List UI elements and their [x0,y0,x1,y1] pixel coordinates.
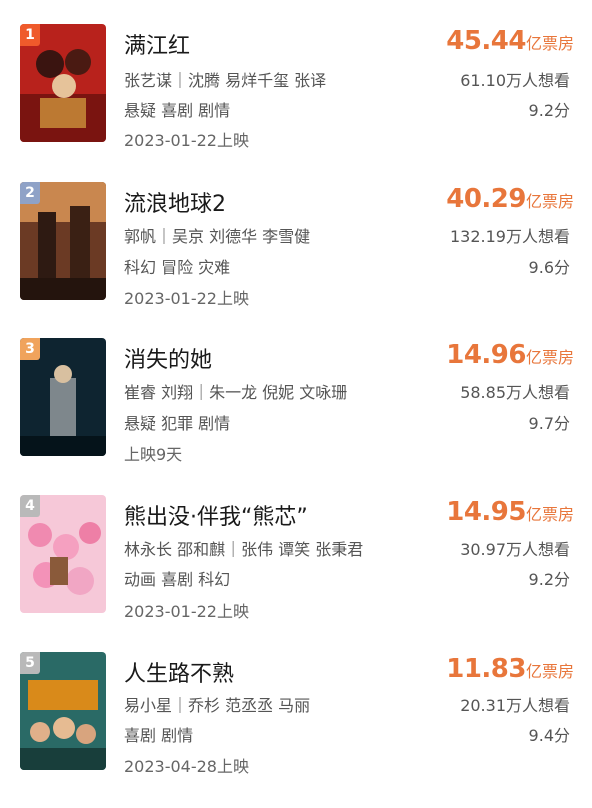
movie-poster[interactable]: 1 [20,24,106,142]
movie-genres: 悬疑 犯罪 剧情 [124,414,231,433]
box-office: 40.29亿票房 [446,184,574,214]
release-date: 2023-01-22上映 [124,131,249,150]
box-office-value: 14.96 [446,340,526,370]
movie-row[interactable]: 4 熊出没·伴我“熊芯” 林永长 邵和麒｜张伟 谭笑 张秉君 动画 喜剧 科幻 … [0,495,592,651]
release-date: 上映9天 [124,445,183,464]
movie-title[interactable]: 消失的她 [124,342,212,374]
want-to-see: 58.85万人想看 [460,383,570,402]
movie-genres: 喜剧 剧情 [124,726,194,745]
movie-title[interactable]: 流浪地球2 [124,186,226,218]
movie-cast: 张艺谋｜沈腾 易烊千玺 张译 [124,71,327,90]
want-to-see: 30.97万人想看 [460,540,570,559]
movie-row[interactable]: 5 人生路不熟 易小星｜乔杉 范丞丞 马丽 喜剧 剧情 2023-04-28上映… [0,652,592,808]
want-to-see: 20.31万人想看 [460,696,570,715]
release-date: 2023-04-28上映 [124,757,249,776]
box-office-value: 45.44 [446,26,526,56]
movie-row[interactable]: 2 流浪地球2 郭帆｜吴京 刘德华 李雪健 科幻 冒险 灾难 2023-01-2… [0,182,592,338]
movie-genres: 动画 喜剧 科幻 [124,570,231,589]
want-to-see: 61.10万人想看 [460,71,570,90]
rating-score: 9.7分 [528,414,570,433]
want-to-see: 132.19万人想看 [450,227,570,246]
movie-row[interactable]: 1 满江红 张艺谋｜沈腾 易烊千玺 张译 悬疑 喜剧 剧情 2023-01-22… [0,24,592,180]
box-office-unit: 亿票房 [525,348,574,367]
release-date: 2023-01-22上映 [124,602,249,621]
movie-poster[interactable]: 4 [20,495,106,613]
rating-score: 9.2分 [528,101,570,120]
rank-badge: 5 [20,652,40,674]
box-office-value: 40.29 [446,184,526,214]
box-office-unit: 亿票房 [525,192,574,211]
box-office: 14.96亿票房 [446,340,574,370]
rating-score: 9.6分 [528,258,570,277]
rank-badge: 2 [20,182,40,204]
movie-genres: 悬疑 喜剧 剧情 [124,101,231,120]
box-office: 45.44亿票房 [446,26,574,56]
box-office-value: 11.83 [446,654,526,684]
movie-poster[interactable]: 5 [20,652,106,770]
movie-cast: 林永长 邵和麒｜张伟 谭笑 张秉君 [124,540,364,559]
movie-title[interactable]: 人生路不熟 [124,656,234,688]
movie-poster[interactable]: 2 [20,182,106,300]
movie-row[interactable]: 3 消失的她 崔睿 刘翔｜朱一龙 倪妮 文咏珊 悬疑 犯罪 剧情 上映9天 14… [0,338,592,494]
release-date: 2023-01-22上映 [124,289,249,308]
movie-poster[interactable]: 3 [20,338,106,456]
rank-badge: 1 [20,24,40,46]
box-office: 14.95亿票房 [446,497,574,527]
movie-cast: 易小星｜乔杉 范丞丞 马丽 [124,696,311,715]
box-office-value: 14.95 [446,497,526,527]
movie-cast: 郭帆｜吴京 刘德华 李雪健 [124,227,311,246]
box-office-unit: 亿票房 [525,34,574,53]
rating-score: 9.4分 [528,726,570,745]
movie-genres: 科幻 冒险 灾难 [124,258,231,277]
box-office-unit: 亿票房 [525,505,574,524]
rating-score: 9.2分 [528,570,570,589]
movie-title[interactable]: 满江红 [124,28,190,60]
movie-cast: 崔睿 刘翔｜朱一龙 倪妮 文咏珊 [124,383,348,402]
movie-title[interactable]: 熊出没·伴我“熊芯” [124,499,308,531]
rank-badge: 4 [20,495,40,517]
box-office: 11.83亿票房 [446,654,574,684]
box-office-unit: 亿票房 [525,662,574,681]
rank-badge: 3 [20,338,40,360]
